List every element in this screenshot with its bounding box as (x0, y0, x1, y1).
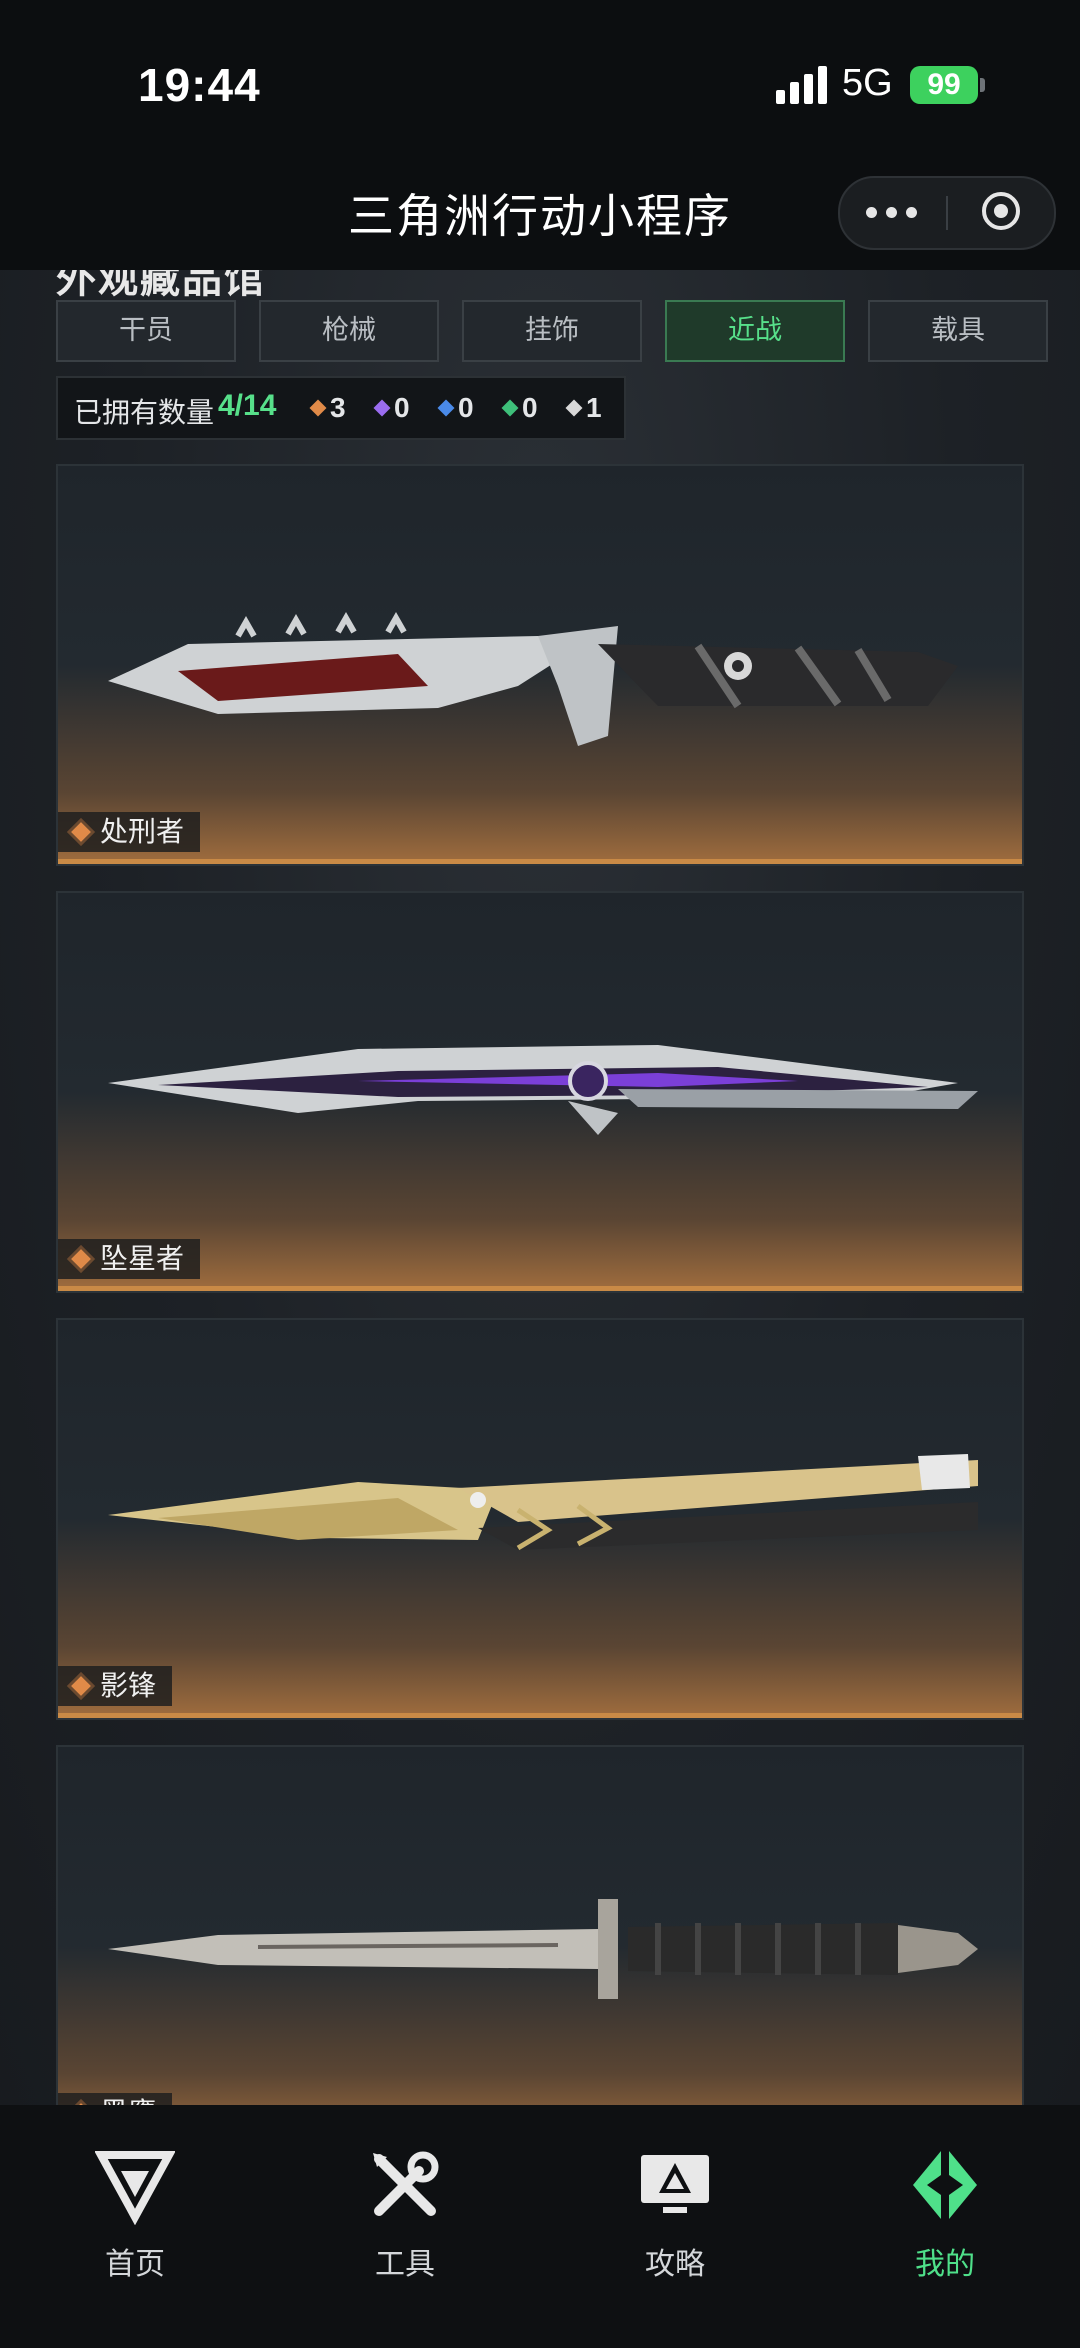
battery-icon: 99 (910, 66, 978, 104)
card-corner (58, 893, 72, 907)
capsule-divider (946, 196, 948, 230)
card-corner (1008, 466, 1022, 480)
tab-melee[interactable]: 近战 (665, 300, 845, 362)
diamond-icon (71, 1249, 91, 1269)
item-name: 处刑者 (100, 815, 185, 848)
miniprogram-capsule (838, 176, 1056, 250)
item-name-tag: 处刑者 (58, 812, 201, 852)
card-corner (1008, 893, 1022, 907)
diamond-icon (309, 399, 327, 417)
close-target-icon[interactable] (982, 192, 1020, 230)
knife-image (108, 1454, 978, 1551)
network-type: 5G (842, 62, 893, 104)
tab-charms[interactable]: 挂饰 (462, 300, 642, 362)
guide-icon (641, 2155, 709, 2213)
rarity-green-count: 0 (522, 392, 538, 423)
diamond-icon (565, 399, 583, 417)
tab-firearms[interactable]: 枪械 (259, 300, 439, 362)
owned-count-bar: 已拥有数量 4/14 3 0 0 0 1 (56, 376, 626, 440)
rarity-white-count: 1 (586, 392, 602, 423)
diamond-icon (501, 399, 519, 417)
knife-image (108, 1899, 978, 1999)
rarity-orange-count: 3 (330, 392, 346, 423)
battery-tip (980, 78, 985, 92)
card-corner (58, 1320, 72, 1334)
diamond-icon (71, 1676, 91, 1696)
rarity-blue-count: 0 (458, 392, 474, 423)
bottom-nav: 首页 工具 攻略 我的 (0, 2105, 1080, 2348)
item-card-shadowblade[interactable]: 影锋 (56, 1318, 1024, 1720)
item-name-tag: 坠星者 (58, 1239, 201, 1279)
rarity-blue: 0 (437, 392, 474, 426)
item-name: 黑鹰 (100, 2096, 156, 2105)
item-name-tag: 黑鹰 (58, 2093, 173, 2105)
category-tabs: 干员 枪械 挂饰 近战 载具 (56, 300, 1048, 362)
diamond-icon (373, 399, 391, 417)
rarity-purple-count: 0 (394, 392, 410, 423)
section-title: 外观藏品馆 (56, 270, 266, 302)
card-corner (1008, 1747, 1022, 1761)
rarity-green: 0 (501, 392, 538, 426)
card-corner (58, 1747, 72, 1761)
item-name: 影锋 (100, 1669, 157, 1702)
signal-icon (776, 66, 828, 104)
status-time: 19:44 (138, 59, 261, 111)
top-bar: 19:44 5G 99 三角洲行动小程序 (0, 0, 1080, 270)
item-name: 坠星者 (100, 1242, 185, 1275)
rarity-white: 1 (565, 392, 602, 426)
tab-operator[interactable]: 干员 (56, 300, 236, 362)
rarity-purple: 0 (373, 392, 410, 426)
nav-profile[interactable]: 我的 (810, 2145, 1080, 2305)
more-icon[interactable] (866, 200, 922, 224)
nav-home[interactable]: 首页 (0, 2145, 270, 2305)
battery-level: 99 (927, 68, 961, 101)
rarity-orange: 3 (309, 392, 346, 426)
item-card-blackhawk[interactable]: 黑鹰 (56, 1745, 1024, 2105)
nav-label: 工具 (375, 2247, 435, 2282)
owned-label: 已拥有数量 (74, 396, 215, 429)
nav-label: 我的 (915, 2247, 975, 2282)
card-corner (58, 466, 72, 480)
tab-vehicles[interactable]: 载具 (868, 300, 1048, 362)
nav-label: 攻略 (645, 2247, 705, 2282)
diamond-icon (71, 822, 91, 842)
profile-logo-icon (913, 2151, 977, 2219)
nav-tools[interactable]: 工具 (270, 2145, 540, 2305)
collection-content[interactable]: 外观藏品馆 干员 枪械 挂饰 近战 载具 已拥有数量 4/14 3 0 0 0 … (0, 270, 1080, 2105)
knife-image (108, 611, 958, 746)
owned-count: 4/14 (218, 389, 277, 422)
nav-label: 首页 (105, 2247, 165, 2282)
item-name-tag: 影锋 (58, 1666, 173, 1706)
card-corner (1008, 1320, 1022, 1334)
nav-guide[interactable]: 攻略 (540, 2145, 810, 2305)
home-logo-icon (95, 2151, 175, 2225)
diamond-icon (437, 399, 455, 417)
item-card-starfaller[interactable]: 坠星者 (56, 891, 1024, 1293)
tools-icon (373, 2151, 439, 2216)
item-card-executioner[interactable]: 处刑者 (56, 464, 1024, 866)
knife-image (108, 1045, 978, 1135)
